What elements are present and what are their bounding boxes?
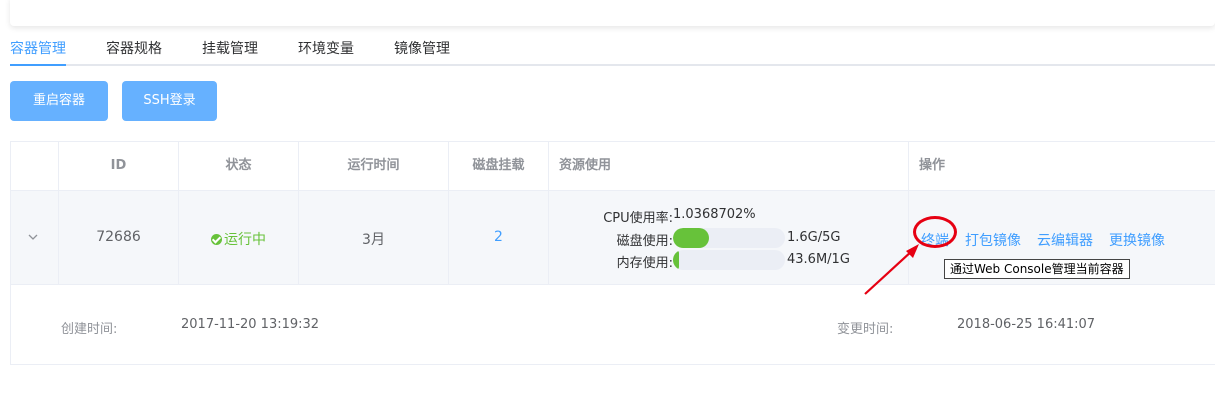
container-id: 72686 — [96, 229, 141, 245]
tab-env-variables[interactable]: 环境变量 — [298, 38, 354, 64]
disk-usage-label: 磁盘使用: — [616, 234, 673, 249]
pack-image-link[interactable]: 打包镜像 — [965, 230, 1021, 250]
container-table: ID 状态 运行时间 磁盘挂载 资源使用 操作 72686 运行中 3月 2 C… — [10, 141, 1215, 365]
header-id: ID — [59, 142, 179, 190]
disk-mounts-link[interactable]: 2 — [494, 229, 503, 245]
expand-cell — [11, 191, 59, 284]
status-cell: 运行中 — [179, 191, 299, 284]
check-circle-icon — [211, 234, 222, 245]
changed-time-value: 2018-06-25 16:41:07 — [957, 317, 1096, 332]
header-actions: 操作 — [919, 158, 946, 173]
disk-mounts-cell: 2 — [449, 191, 549, 284]
resources-cell: CPU使用率: 1.0368702% 磁盘使用: 1.6G/5G 内存使用: 4… — [549, 191, 909, 284]
changed-time-label: 变更时间: — [837, 322, 894, 337]
tab-bar: 容器管理 容器规格 挂载管理 环境变量 镜像管理 — [10, 28, 1215, 66]
header-disk-mounts: 磁盘挂载 — [449, 142, 549, 190]
disk-usage-fill — [673, 228, 709, 248]
tab-image-management[interactable]: 镜像管理 — [394, 38, 450, 64]
memory-usage-value: 43.6M/1G — [787, 252, 850, 267]
row-divider — [11, 284, 1215, 285]
disk-usage-bar — [673, 228, 785, 248]
cpu-value: 1.0368702% — [673, 207, 756, 222]
ssh-login-button[interactable]: SSH登录 — [122, 81, 217, 121]
header-runtime: 运行时间 — [299, 142, 449, 190]
memory-usage-fill — [673, 250, 679, 270]
id-cell: 72686 — [59, 191, 179, 284]
created-time-label: 创建时间: — [61, 322, 118, 337]
tab-container-management[interactable]: 容器管理 — [10, 38, 66, 66]
header-expand — [11, 142, 59, 190]
status-badge: 运行中 — [179, 229, 298, 249]
memory-usage-label: 内存使用: — [616, 256, 673, 271]
created-time-value: 2017-11-20 13:19:32 — [181, 317, 320, 332]
cloud-editor-link[interactable]: 云编辑器 — [1037, 230, 1093, 250]
change-image-link[interactable]: 更换镜像 — [1109, 230, 1165, 250]
top-panel — [10, 0, 1215, 26]
header-resources: 资源使用 — [549, 142, 909, 190]
runtime-cell: 3月 — [299, 191, 449, 284]
cpu-label: CPU使用率: — [603, 211, 673, 226]
header-status: 状态 — [179, 142, 299, 190]
chevron-down-icon[interactable] — [27, 231, 39, 243]
memory-usage-bar — [673, 250, 785, 270]
terminal-tooltip: 通过Web Console管理当前容器 — [944, 259, 1130, 279]
tab-active-indicator — [10, 64, 66, 66]
disk-usage-value: 1.6G/5G — [787, 230, 841, 245]
annotation-arrow-icon — [864, 244, 919, 295]
restart-container-button[interactable]: 重启容器 — [10, 81, 108, 121]
tab-container-spec[interactable]: 容器规格 — [106, 38, 162, 64]
tab-mount-management[interactable]: 挂载管理 — [202, 38, 258, 64]
runtime-value: 3月 — [362, 232, 385, 248]
